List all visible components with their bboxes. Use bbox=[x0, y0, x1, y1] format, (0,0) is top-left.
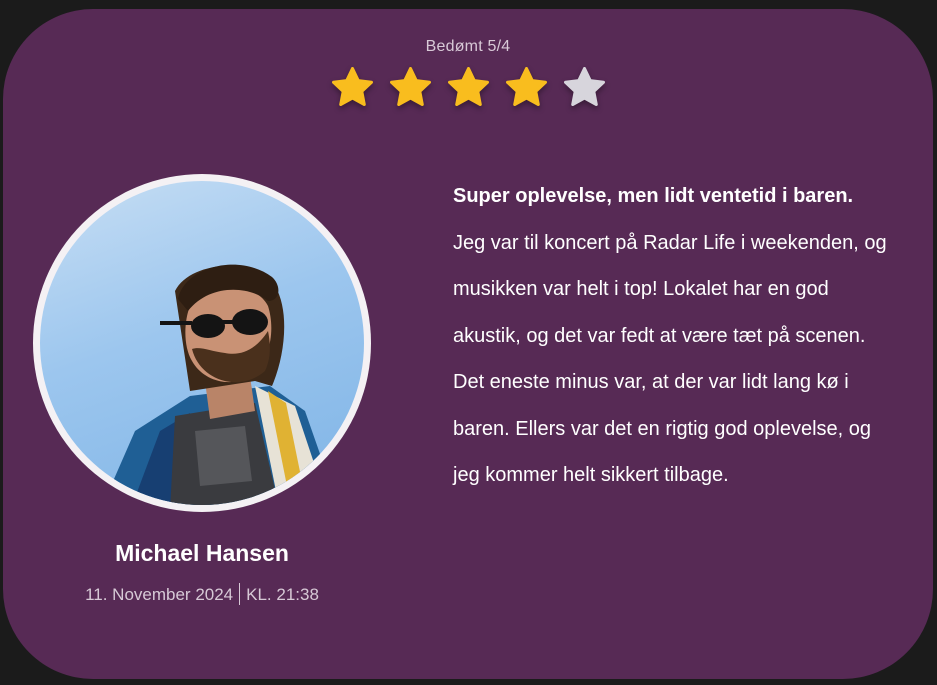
star-icon-filled bbox=[446, 65, 491, 110]
avatar-photo bbox=[40, 181, 364, 505]
review-text: Super oplevelse, men lidt ventetid i bar… bbox=[453, 173, 893, 499]
star-rating bbox=[330, 65, 607, 110]
star-icon-empty bbox=[562, 65, 607, 110]
review-timestamp: 11. November 2024 KL. 21:38 bbox=[33, 583, 371, 605]
review-time: KL. 21:38 bbox=[246, 585, 319, 604]
meta-divider bbox=[239, 583, 241, 605]
rating-label: Bedømt 5/4 bbox=[425, 38, 511, 55]
star-icon-filled bbox=[330, 65, 375, 110]
review-card: Bedømt 5/4 Michael Hansen 11. November 2… bbox=[3, 9, 933, 679]
star-icon-filled bbox=[504, 65, 549, 110]
review-title: Super oplevelse, men lidt ventetid i bar… bbox=[453, 185, 854, 207]
review-body: Jeg var til koncert på Radar Life i week… bbox=[453, 231, 887, 487]
review-date: 11. November 2024 bbox=[85, 585, 234, 604]
reviewer-name: Michael Hansen bbox=[115, 540, 289, 566]
avatar bbox=[33, 174, 371, 512]
star-icon-filled bbox=[388, 65, 433, 110]
